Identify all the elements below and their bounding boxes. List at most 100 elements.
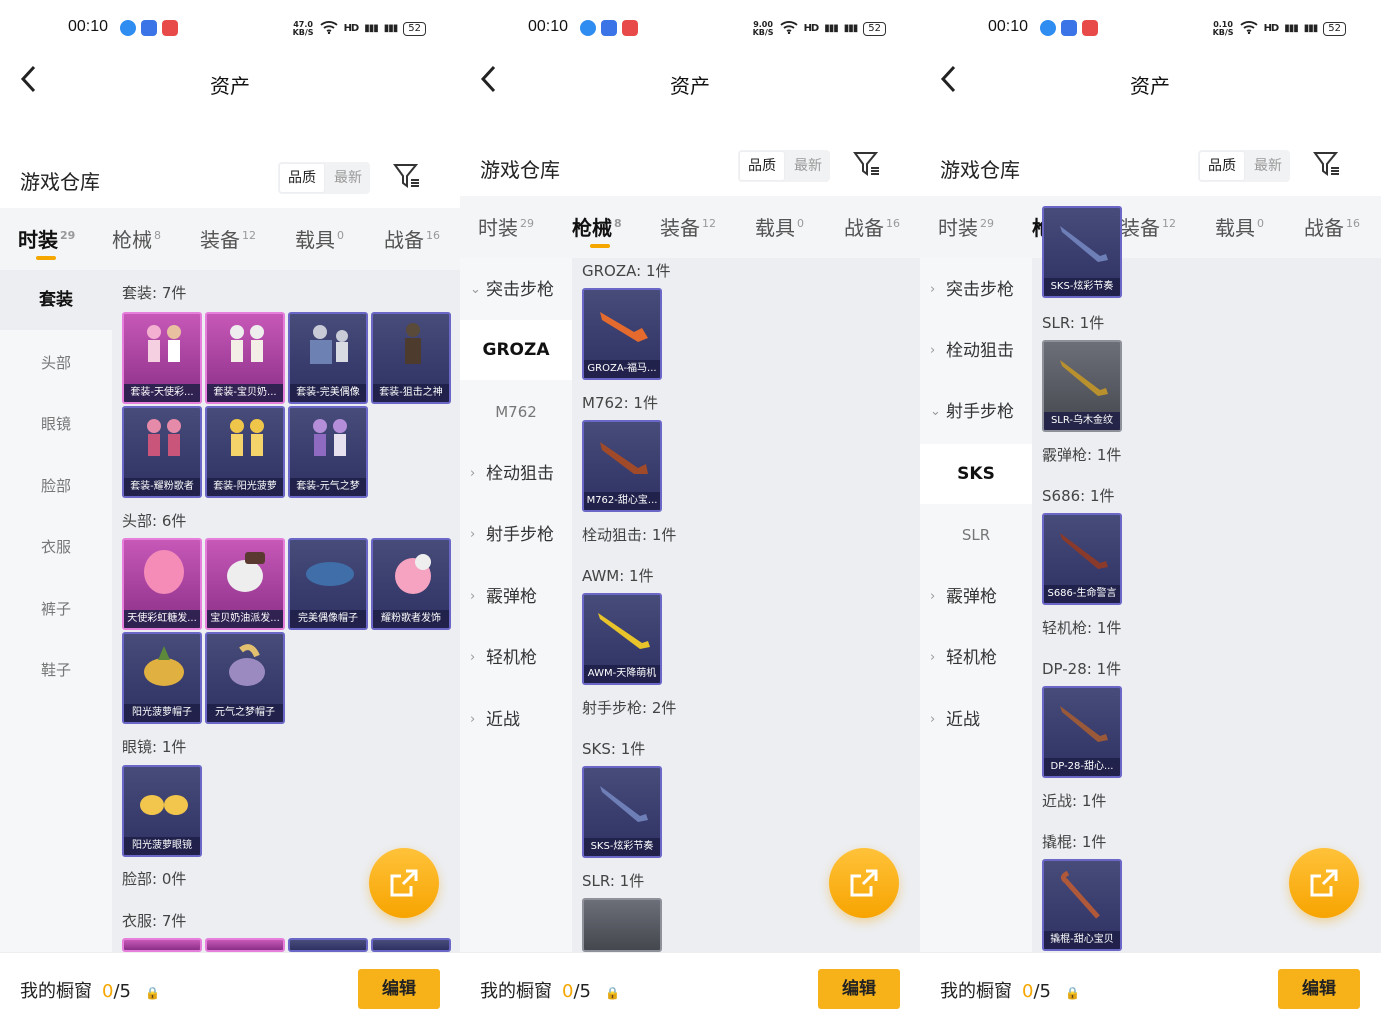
sidebar-group-bolt[interactable]: › 栓动狙击 [920, 321, 1032, 381]
hd-icon: HD [343, 23, 360, 34]
tab-vehicles[interactable]: 载具 0 [755, 212, 804, 241]
sort-latest[interactable]: 最新 [326, 162, 370, 194]
sidebar-group-marksman[interactable]: ⌄ 射手步枪 [920, 382, 1032, 442]
share-button[interactable] [829, 848, 899, 918]
sort-quality[interactable]: 品质 [739, 151, 785, 181]
tab-equipment[interactable]: 装备 12 [660, 212, 716, 241]
signal-icon-2: ▮▮▮ [1303, 23, 1318, 34]
item-card[interactable]: 完美偶像帽子 [288, 538, 368, 630]
showcase-label: 我的橱窗 0/5 🔒 [480, 981, 620, 1002]
sidebar-group-marksman[interactable]: › 射手步枪 [460, 505, 572, 565]
section-title: 头部: 6件 [122, 512, 187, 530]
filter-icon[interactable] [392, 160, 422, 190]
chevron-down-icon: ⌄ [930, 404, 941, 419]
item-card[interactable] [371, 938, 451, 952]
item-card[interactable] [582, 898, 662, 952]
sidebar-item-suit[interactable]: 套装 [0, 270, 112, 330]
tab-equipment[interactable]: 装备 12 [1120, 212, 1176, 241]
tab-fashion[interactable]: 时装 29 [18, 224, 75, 260]
section-title: SLR: 1件 [582, 872, 645, 890]
item-card[interactable]: 元气之梦帽子 [205, 632, 285, 724]
sidebar-group-bolt[interactable]: › 栓动狙击 [460, 444, 572, 504]
item-card[interactable]: DP-28-甜心... [1042, 686, 1122, 778]
item-card[interactable]: 套装-耀粉歌者 [122, 406, 202, 498]
sidebar-item-glasses[interactable]: 眼镜 [0, 394, 112, 454]
sidebar-group-assault[interactable]: › 突击步枪 [920, 260, 1032, 320]
sidebar-item-face[interactable]: 脸部 [0, 456, 112, 516]
section-title: 射手步枪: 2件 [582, 699, 677, 717]
sidebar-item-slr[interactable]: SLR [920, 505, 1032, 565]
tab-fashion[interactable]: 时装 29 [478, 212, 534, 241]
chevron-right-icon: › [930, 589, 936, 604]
item-card[interactable]: 套装-狙击之神 [371, 312, 451, 404]
sort-latest[interactable]: 最新 [1246, 150, 1290, 182]
item-card[interactable]: SKS-炫彩节奏 [582, 766, 662, 858]
tab-equipment[interactable]: 装备 12 [200, 224, 256, 253]
tab-fashion[interactable]: 时装 29 [938, 212, 994, 241]
item-card[interactable]: 耀粉歌者发饰 [371, 538, 451, 630]
status-time: 00:10 [988, 18, 1029, 35]
tab-weapons[interactable]: 枪械8 [572, 212, 622, 248]
item-card[interactable]: 天使彩虹糖发... [122, 538, 202, 630]
item-card[interactable]: 阳光菠萝眼镜 [122, 765, 202, 857]
item-card[interactable] [205, 938, 285, 952]
item-card[interactable]: 套装-元气之梦 [288, 406, 368, 498]
chevron-right-icon: › [470, 650, 476, 665]
item-card[interactable]: 套装-宝贝奶... [205, 312, 285, 404]
item-card[interactable] [288, 938, 368, 952]
sidebar-group-lmg[interactable]: › 轻机枪 [460, 628, 572, 688]
edit-button[interactable]: 编辑 [1278, 969, 1360, 1009]
edit-button[interactable]: 编辑 [358, 969, 440, 1009]
sidebar-group-shotgun[interactable]: › 霰弹枪 [460, 567, 572, 627]
filter-icon[interactable] [852, 148, 882, 178]
sidebar-item-pants[interactable]: 裤子 [0, 579, 112, 639]
section-title: 栓动狙击: 1件 [582, 526, 677, 544]
filter-icon[interactable] [1312, 148, 1342, 178]
battery-icon: 52 [863, 21, 886, 36]
edit-button[interactable]: 编辑 [818, 969, 900, 1009]
item-card[interactable]: 套装-天使彩... [122, 312, 202, 404]
sidebar-item-sks[interactable]: SKS [920, 444, 1032, 504]
item-card[interactable]: GROZA-福马... [582, 288, 662, 380]
item-card[interactable]: 套装-完美偶像 [288, 312, 368, 404]
tab-supplies[interactable]: 战备 16 [1304, 212, 1360, 241]
sidebar-item-shoes[interactable]: 鞋子 [0, 640, 112, 700]
sidebar-group-lmg[interactable]: › 轻机枪 [920, 628, 1032, 688]
tab-vehicles[interactable]: 载具 0 [1215, 212, 1264, 241]
item-card[interactable]: M762-甜心宝... [582, 420, 662, 512]
sidebar-item-m762[interactable]: M762 [460, 382, 572, 442]
qq-icon [1040, 20, 1056, 36]
chevron-right-icon: › [930, 282, 936, 297]
item-card[interactable] [122, 938, 202, 952]
sidebar-item-clothes[interactable]: 衣服 [0, 517, 112, 577]
sidebar-group-melee[interactable]: › 近战 [460, 690, 572, 750]
sidebar-item-head[interactable]: 头部 [0, 333, 112, 393]
item-card[interactable]: SLR-乌木金纹 [1042, 340, 1122, 432]
screen-fashion: 00:10 47.0 KB/S HD ▮▮▮ ▮▮▮ 52 资产 游戏仓库 品质… [0, 0, 460, 1024]
net-speed: 47.0 KB/S [292, 19, 314, 37]
item-card[interactable]: 阳光菠萝帽子 [122, 632, 202, 724]
share-button[interactable] [369, 848, 439, 918]
category-tabs: 时装29 枪械8 装备12 载具0 战备16 [460, 196, 920, 258]
sidebar: › 突击步枪 › 栓动狙击 ⌄ 射手步枪 SKS SLR › 霰弹枪 › 轻机枪 › 近战 [920, 258, 1032, 952]
tab-supplies[interactable]: 战备 16 [384, 224, 440, 253]
item-card[interactable]: 套装-阳光菠萝 [205, 406, 285, 498]
net-speed: 0.10 KB/S [1212, 19, 1234, 37]
sort-quality[interactable]: 品质 [279, 163, 325, 193]
item-card[interactable]: SKS-炫彩节奏 [1042, 206, 1122, 298]
tab-weapons[interactable]: 枪械8 [112, 224, 161, 253]
item-card[interactable]: 撬棍-甜心宝贝 [1042, 859, 1122, 951]
sidebar-item-groza[interactable]: GROZA [460, 320, 572, 380]
sidebar-group-assault[interactable]: ⌄ 突击步枪 [460, 260, 572, 320]
page-title: 资产 [670, 74, 710, 98]
tab-supplies[interactable]: 战备 16 [844, 212, 900, 241]
sidebar-group-shotgun[interactable]: › 霰弹枪 [920, 567, 1032, 627]
sort-latest[interactable]: 最新 [786, 150, 830, 182]
item-card[interactable]: AWM-天降萌机 [582, 593, 662, 685]
sort-quality[interactable]: 品质 [1199, 151, 1245, 181]
item-card[interactable]: S686-生命警言 [1042, 513, 1122, 605]
item-card[interactable]: 宝贝奶油派发... [205, 538, 285, 630]
sidebar-group-melee[interactable]: › 近战 [920, 690, 1032, 750]
share-button[interactable] [1289, 848, 1359, 918]
tab-vehicles[interactable]: 载具 0 [295, 224, 344, 253]
